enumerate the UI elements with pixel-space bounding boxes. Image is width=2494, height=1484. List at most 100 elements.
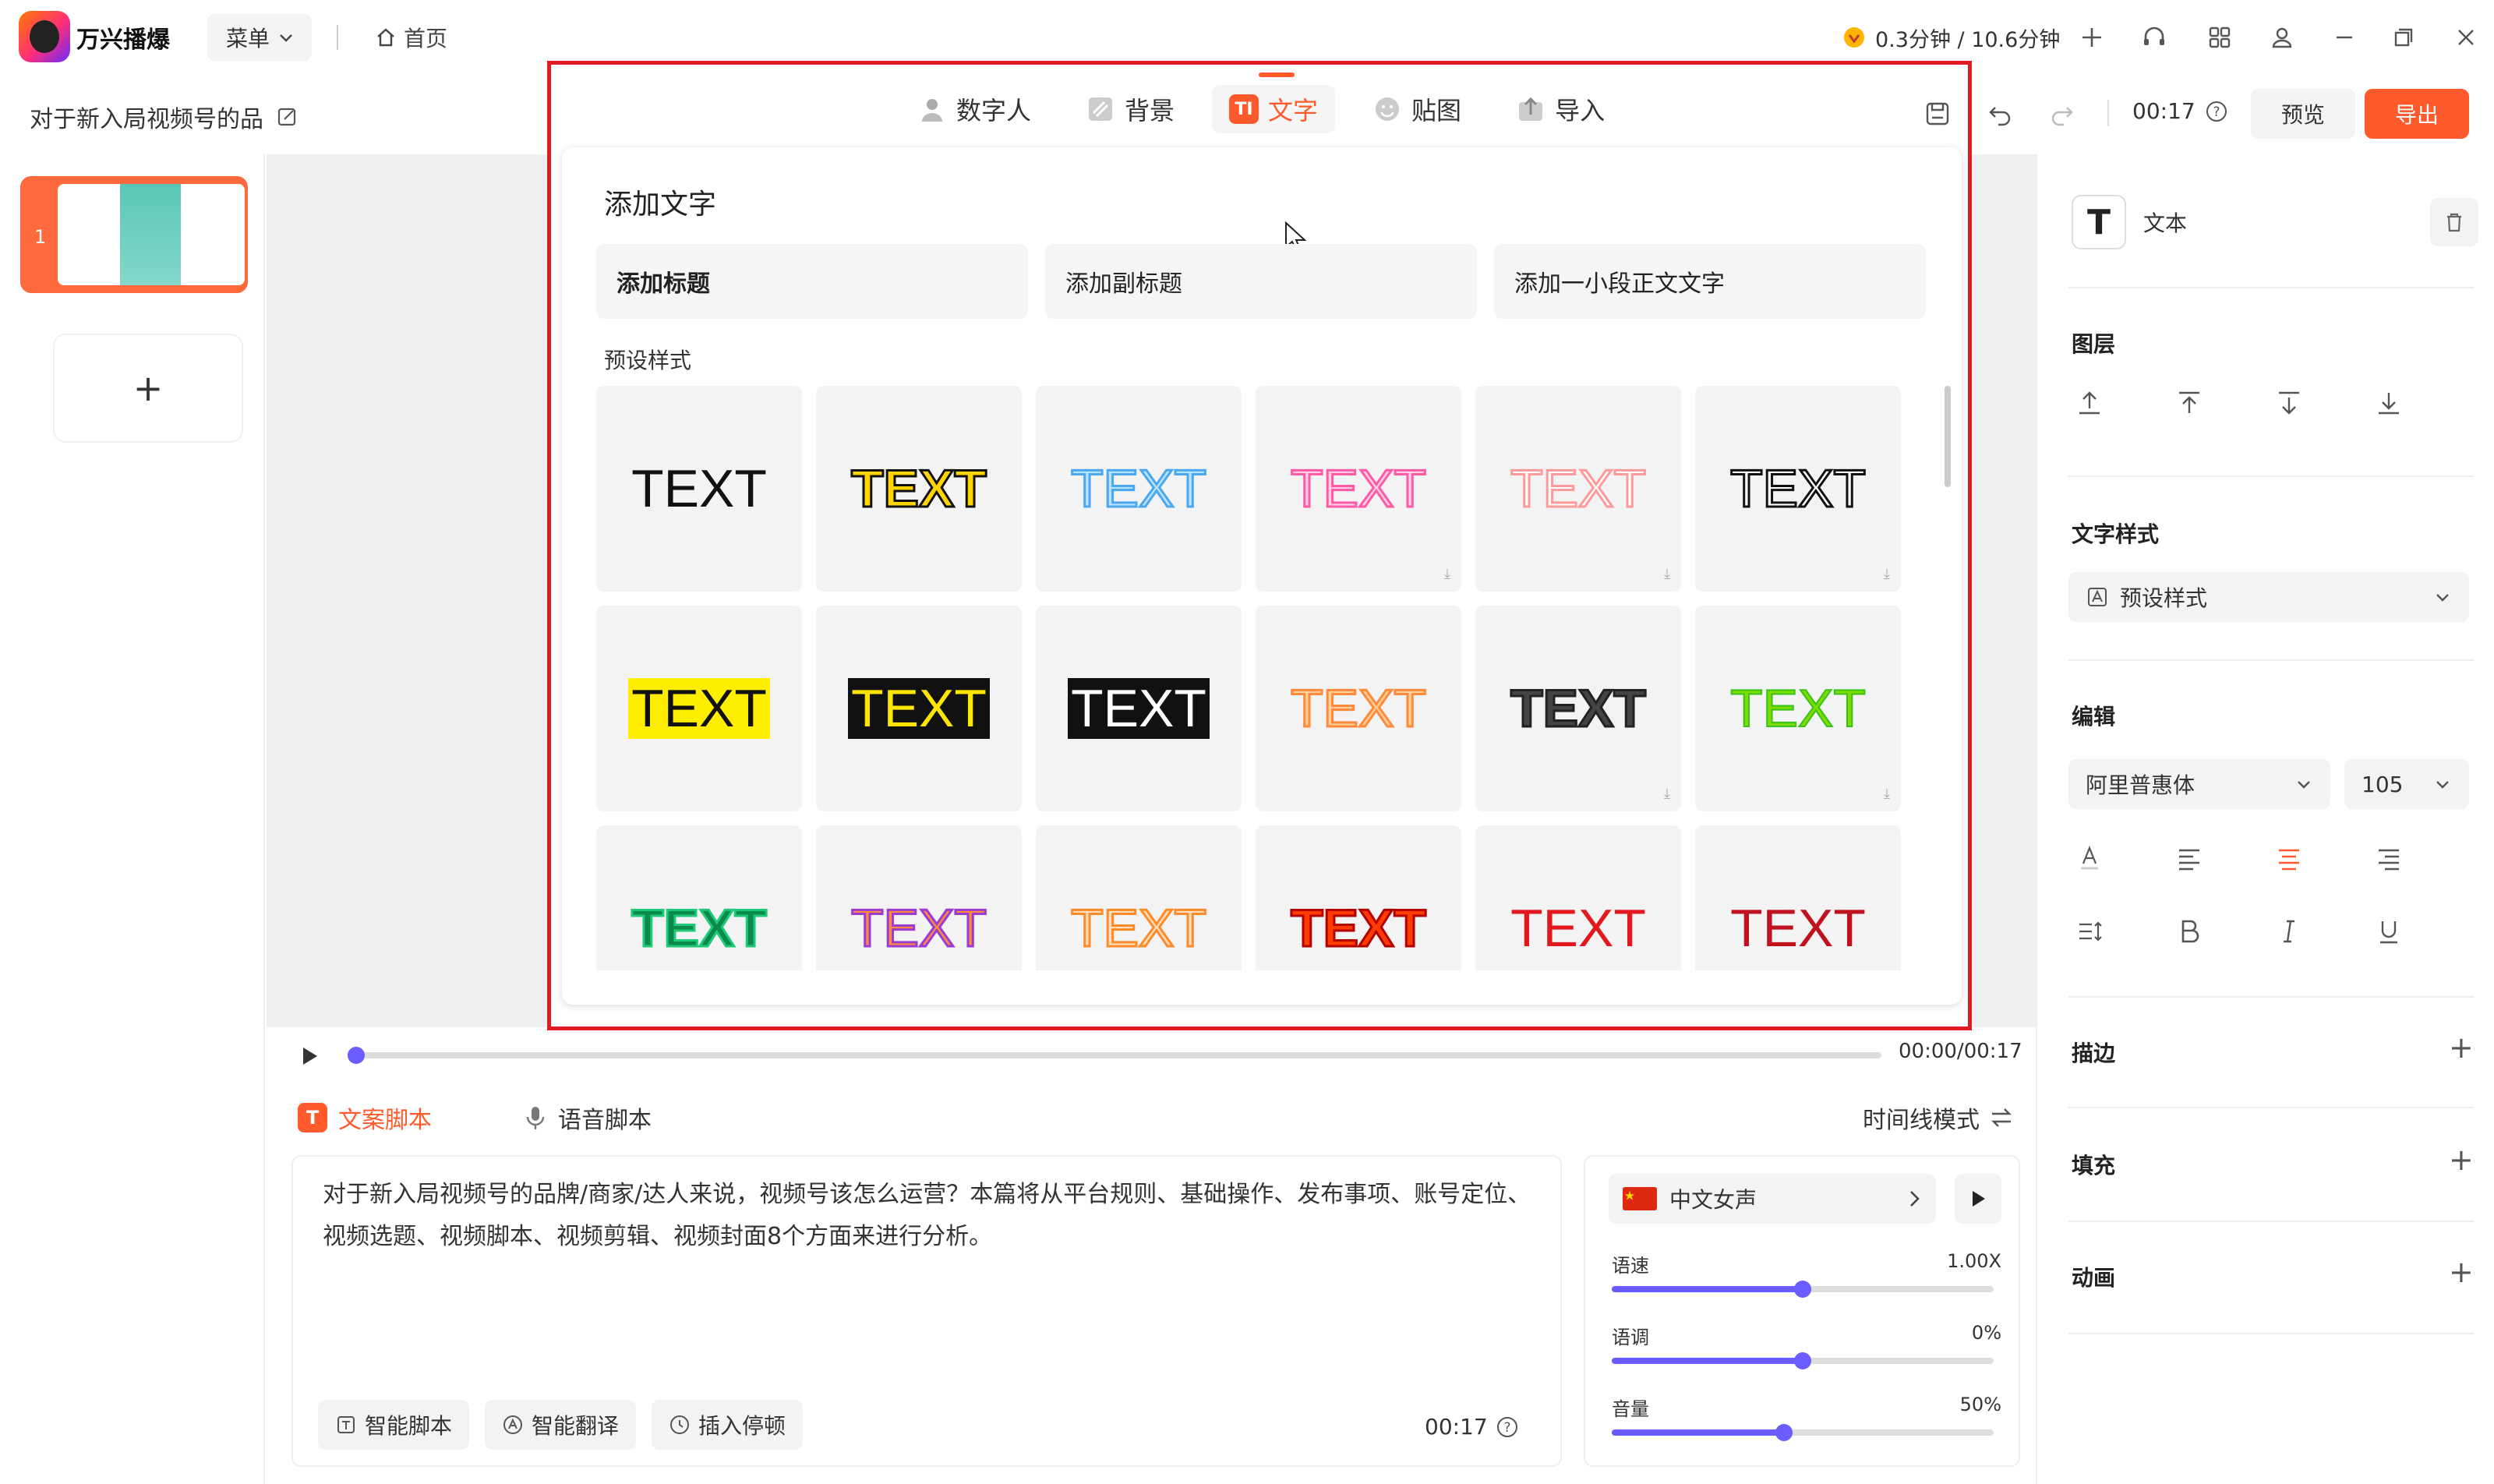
tab-label: 导入 [1555, 96, 1606, 125]
add-fill-button[interactable]: + [2449, 1143, 2474, 1177]
speed-slider-knob[interactable] [1794, 1281, 1811, 1298]
preset-style-dark-outline[interactable]: TEXT ⤓ [1475, 606, 1681, 811]
tab-sticker[interactable]: 贴图 [1355, 85, 1478, 133]
italic-icon[interactable] [2271, 913, 2307, 949]
download-icon[interactable]: ⤓ [1664, 786, 1670, 802]
preset-style-white-on-black[interactable]: TEXT [1036, 606, 1242, 811]
project-title[interactable]: 对于新入局视频号的品 [30, 100, 299, 134]
edit-icon[interactable] [276, 105, 299, 129]
align-center-icon[interactable] [2271, 840, 2307, 876]
preset-style-red-plain[interactable]: TEXT [1475, 825, 1681, 970]
preset-style-red-yellow[interactable]: TEXT [1256, 825, 1461, 970]
preset-style-purple-orange[interactable]: TEXT [816, 825, 1022, 970]
send-to-back-icon[interactable] [2371, 385, 2407, 421]
preset-style-pink-outline[interactable]: TEXT ⤓ [1256, 386, 1461, 592]
align-right-icon[interactable] [2371, 840, 2407, 876]
preview-button[interactable]: 预览 [2251, 89, 2355, 139]
speed-slider[interactable] [1612, 1281, 1994, 1298]
preset-style-yellow-on-black[interactable]: TEXT [816, 606, 1022, 811]
tab-import[interactable]: 导入 [1499, 85, 1622, 133]
add-subtitle-button[interactable]: 添加副标题 [1045, 244, 1477, 319]
preset-style-yellow-black-outline[interactable]: TEXT [816, 386, 1022, 592]
save-icon[interactable] [1924, 101, 1951, 127]
pitch-slider-knob[interactable] [1794, 1352, 1811, 1369]
bold-icon[interactable] [2171, 913, 2207, 949]
preset-style-light-pink-outline[interactable]: TEXT ⤓ [1475, 386, 1681, 592]
quota-indicator[interactable]: 0.3分钟 / 10.6分钟 [1830, 14, 2072, 61]
font-size-select[interactable]: 105 [2344, 759, 2469, 809]
preset-style-orange-outline[interactable]: TEXT [1036, 825, 1242, 970]
text-style-select[interactable]: 预设样式 [2068, 572, 2469, 622]
volume-slider[interactable] [1612, 1424, 1994, 1441]
play-icon[interactable] [298, 1044, 321, 1068]
add-icon[interactable] [2078, 23, 2106, 51]
bring-to-front-icon[interactable] [2171, 385, 2207, 421]
line-spacing-icon[interactable] [2072, 913, 2107, 949]
font-select[interactable]: 阿里普惠体 [2068, 759, 2330, 809]
font-color-icon[interactable] [2072, 840, 2107, 876]
user-icon[interactable] [2268, 23, 2296, 51]
close-icon[interactable] [2452, 23, 2480, 51]
pitch-slider[interactable] [1612, 1352, 1994, 1369]
background-icon [1089, 97, 1113, 121]
preset-style-green-gradient[interactable]: TEXT ⤓ [1695, 606, 1901, 811]
preset-style-plain-black[interactable]: TEXT [596, 386, 802, 592]
tab-voice[interactable]: 语音脚本 [524, 1101, 652, 1135]
add-slide-button[interactable]: + [55, 335, 242, 441]
home-link[interactable]: 首页 [374, 22, 447, 53]
add-body-text-button[interactable]: 添加一小段正文文字 [1494, 244, 1926, 319]
plus-icon: + [132, 367, 164, 409]
redo-icon[interactable] [2048, 100, 2076, 128]
undo-icon[interactable] [1986, 100, 2014, 128]
scrollbar[interactable] [1945, 386, 1951, 487]
progress-bar[interactable] [351, 1052, 1881, 1058]
insert-pause-button[interactable]: 插入停顿 [652, 1400, 804, 1450]
slide-preview-image [120, 184, 181, 285]
download-icon[interactable]: ⤓ [1884, 566, 1890, 582]
tab-text[interactable]: TI 文字 [1212, 85, 1336, 133]
progress-knob[interactable] [348, 1047, 365, 1064]
smart-translate-button[interactable]: 智能翻译 [485, 1400, 637, 1450]
script-text[interactable]: 对于新入局视频号的品牌/商家/达人来说，视频号该怎么运营？本篇将从平台规则、基础… [323, 1174, 1538, 1258]
underline-icon[interactable] [2371, 913, 2407, 949]
voice-play-button[interactable] [1955, 1174, 2001, 1224]
slide-thumbnail[interactable]: 1 [20, 176, 248, 293]
menu-button[interactable]: 菜单 [207, 14, 312, 61]
preset-style-green-gradient-2[interactable]: TEXT [596, 825, 802, 970]
volume-slider-knob[interactable] [1775, 1424, 1793, 1441]
download-icon[interactable]: ⤓ [1664, 566, 1670, 582]
slide-number: 1 [34, 226, 47, 248]
preset-text: TEXT [1290, 458, 1428, 520]
restore-icon[interactable] [2390, 23, 2418, 51]
add-stroke-button[interactable]: + [2449, 1030, 2474, 1065]
tab-background[interactable]: 背景 [1069, 85, 1192, 133]
add-title-button[interactable]: 添加标题 [596, 244, 1028, 319]
tab-script[interactable]: T 文案脚本 [298, 1101, 432, 1135]
download-icon[interactable]: ⤓ [1884, 786, 1890, 802]
align-left-icon[interactable] [2171, 840, 2207, 876]
help-icon[interactable]: ? [1496, 1415, 1519, 1439]
smart-script-button[interactable]: 智能脚本 [318, 1400, 470, 1450]
preset-style-blue-outline[interactable]: TEXT [1036, 386, 1242, 592]
headset-icon[interactable] [2140, 23, 2168, 51]
delete-button[interactable] [2430, 198, 2478, 246]
add-animation-button[interactable]: + [2449, 1255, 2474, 1289]
timeline-mode-toggle[interactable]: 时间线模式 [1863, 1101, 2014, 1135]
minimize-icon[interactable] [2330, 23, 2358, 51]
preset-style-orange-gradient[interactable]: TEXT [1256, 606, 1461, 811]
bring-forward-icon[interactable] [2072, 385, 2107, 421]
help-icon[interactable]: ? [2205, 100, 2228, 123]
send-backward-icon[interactable] [2271, 385, 2307, 421]
divider [2068, 1221, 2474, 1222]
download-icon[interactable]: ⤓ [1444, 566, 1450, 582]
voice-selector[interactable]: 中文女声 [1609, 1174, 1936, 1224]
preset-style-black-on-yellow[interactable]: TEXT [596, 606, 802, 811]
script-icon [337, 1416, 355, 1433]
preset-style-dark-red-plain[interactable]: TEXT [1695, 825, 1901, 970]
export-button[interactable]: 导出 [2365, 89, 2469, 139]
clock-icon [670, 1415, 689, 1434]
grid-icon[interactable] [2206, 23, 2234, 51]
tab-digital-human[interactable]: 数字人 [900, 85, 1048, 133]
preset-style-white-black-outline[interactable]: TEXT ⤓ [1695, 386, 1901, 592]
script-editor[interactable]: 对于新入局视频号的品牌/商家/达人来说，视频号该怎么运营？本篇将从平台规则、基础… [291, 1155, 1562, 1467]
